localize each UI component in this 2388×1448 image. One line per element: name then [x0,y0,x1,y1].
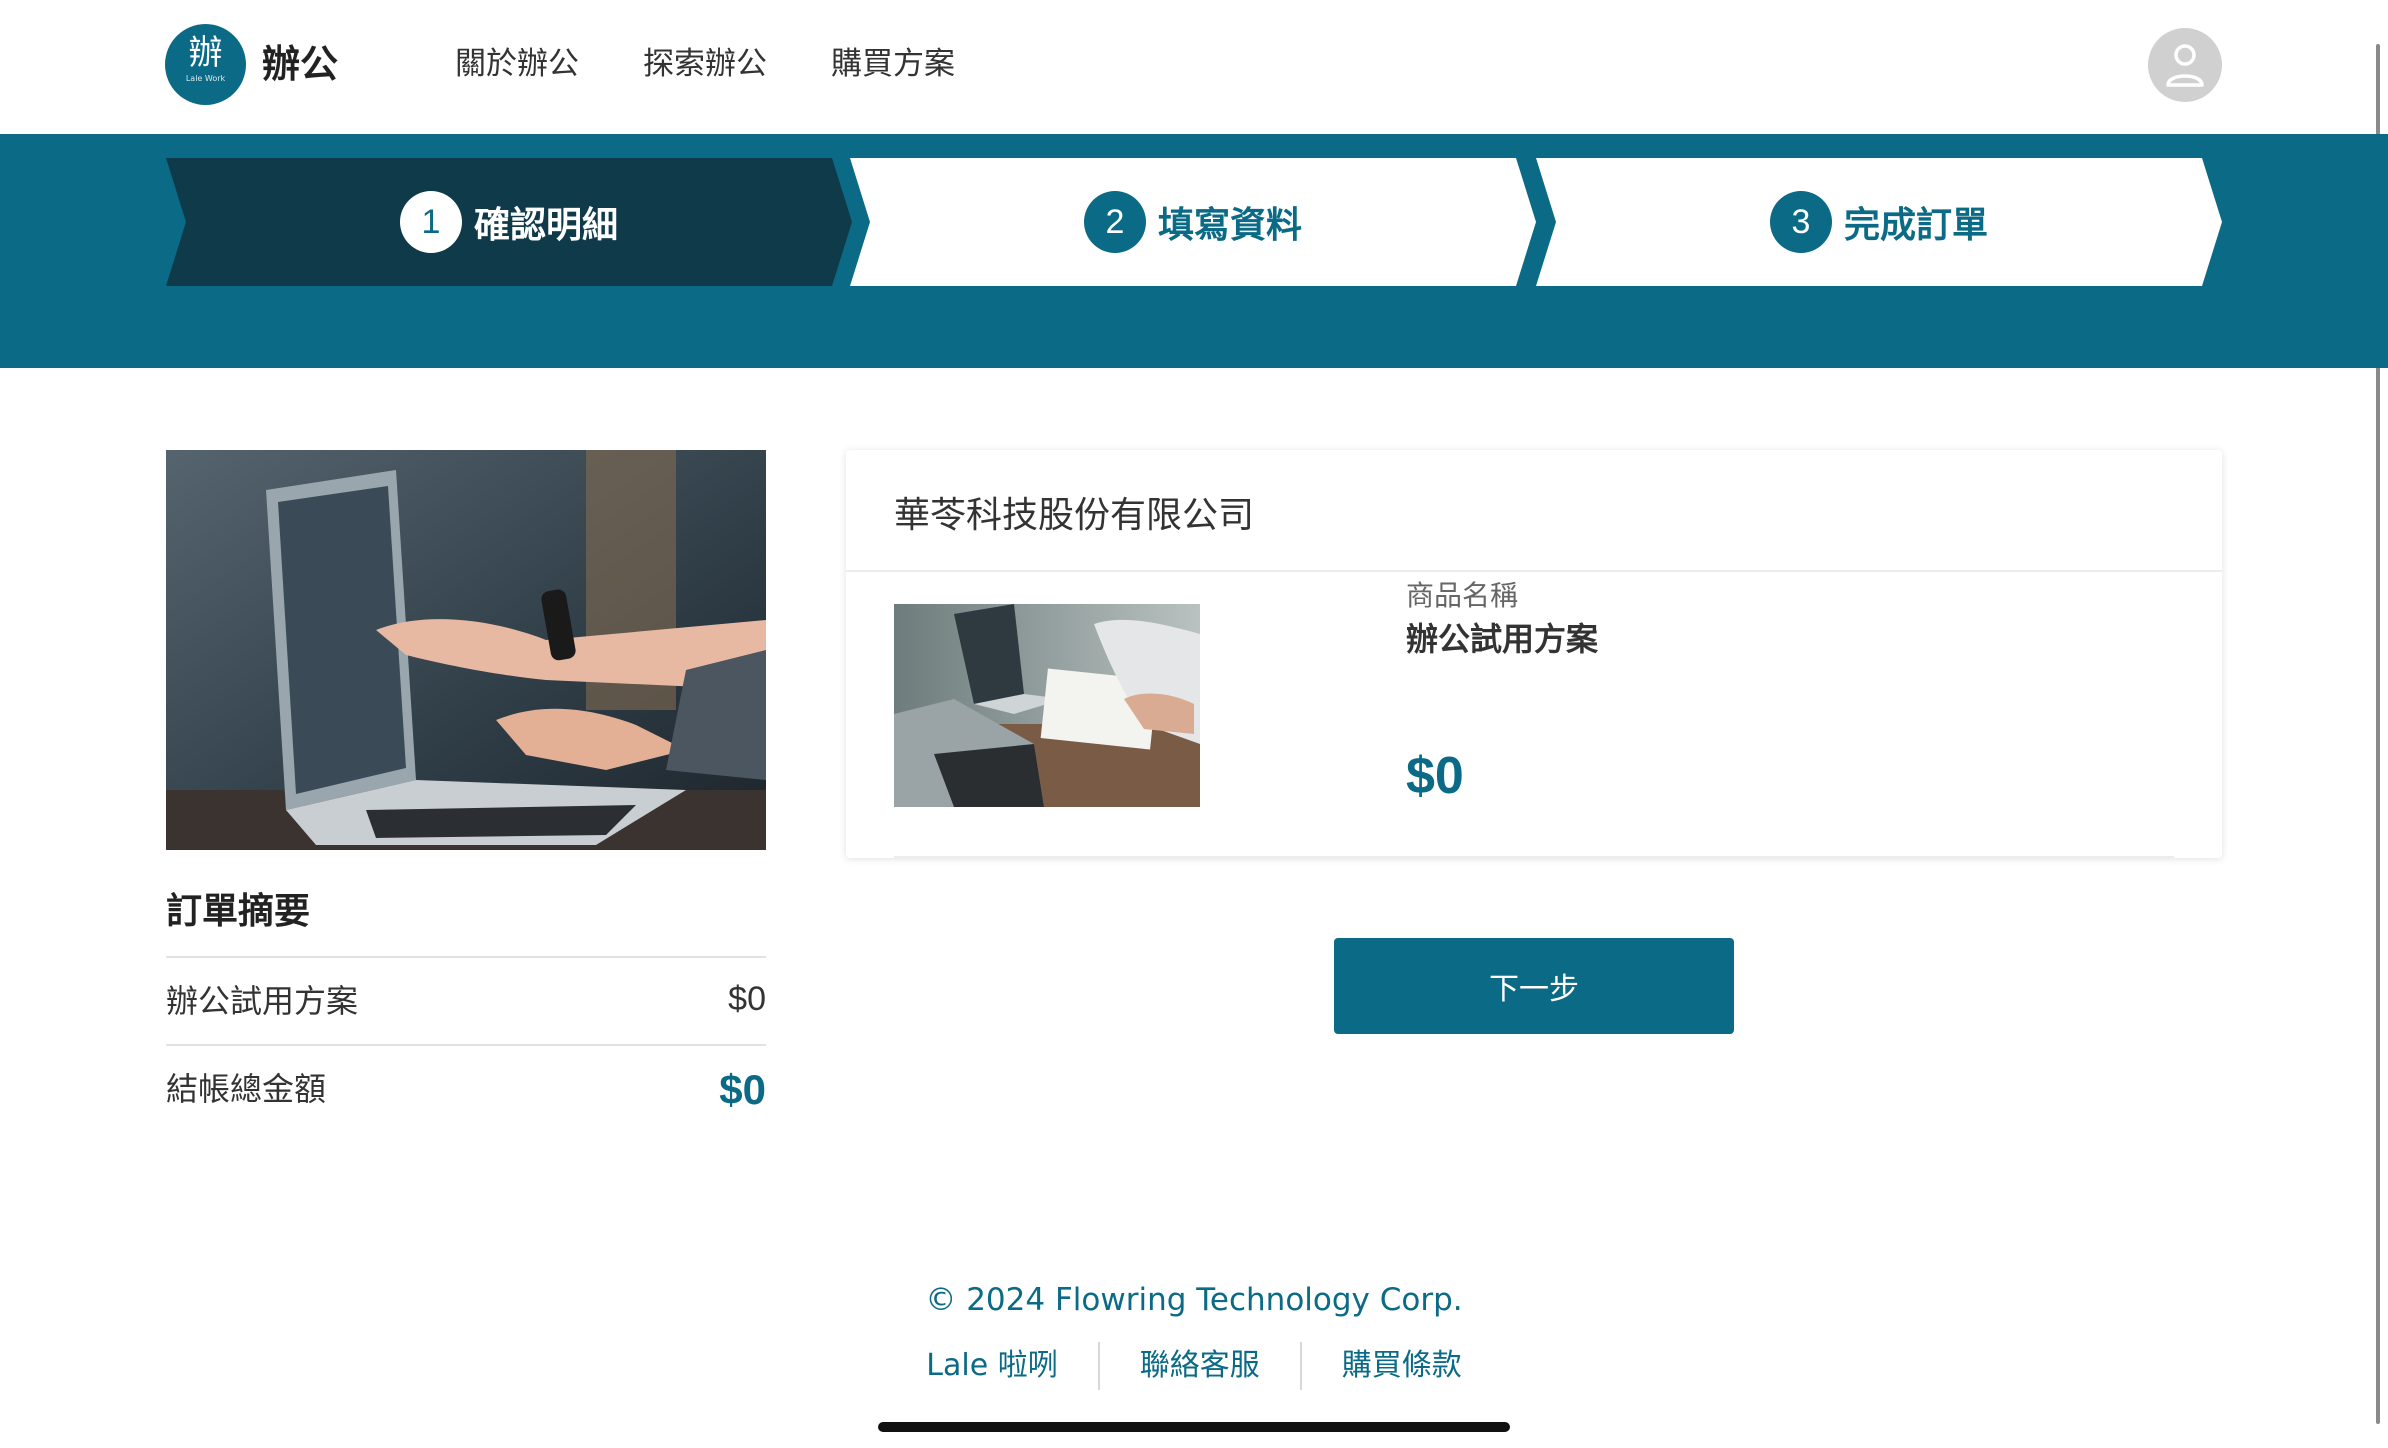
user-avatar-button[interactable] [2148,28,2222,102]
logo-glyph: 辦 [188,33,223,73]
footer-link-contact[interactable]: 聯絡客服 [1097,1342,1300,1390]
logo-caption: Lale Work [185,74,226,83]
footer-link-terms[interactable]: 購買條款 [1299,1342,1502,1390]
nav-explore[interactable]: 探索辦公 [643,40,767,88]
order-summary-title: 訂單摘要 [166,891,311,932]
card-divider [894,856,2174,858]
step-number: 1 [399,191,462,253]
main-nav: 關於辦公 探索辦公 購買方案 [455,40,1019,88]
user-icon [2166,44,2204,87]
summary-item-price: $0 [728,980,766,1018]
brand-name[interactable]: 辦公 [262,38,338,90]
product-name: 辦公試用方案 [1406,620,1599,658]
product-card: 華苓科技股份有限公司 商品名稱 辦公試用方案 $0 [846,450,2222,858]
copyright-text: © 2024 Flowring Technology Corp. [925,1282,1463,1318]
step-label: 填寫資料 [1157,205,1302,246]
product-price: $0 [1406,747,1464,805]
next-step-button[interactable]: 下一步 [1334,938,1734,1034]
logo[interactable]: 辦 Lale Work [165,24,246,105]
company-name: 華苓科技股份有限公司 [894,495,1255,536]
step-confirm-details: 1 確認明細 [166,158,852,286]
top-header: 辦 Lale Work 辦公 關於辦公 探索辦公 購買方案 [0,0,2388,134]
summary-row-item: 辦公試用方案 $0 [166,956,766,1044]
step-number: 3 [1769,191,1832,253]
step-label: 完成訂單 [1843,205,1988,246]
summary-total-label: 結帳總金額 [166,1070,327,1108]
product-name-caption: 商品名稱 [1406,579,1519,612]
step-number: 2 [1083,191,1146,253]
home-indicator[interactable] [878,1422,1510,1432]
hero-laptop-photo [166,450,766,850]
step-label: 確認明細 [473,205,618,246]
card-header: 華苓科技股份有限公司 [846,450,2222,572]
footer-link-lale[interactable]: Lale 啦咧 [886,1342,1097,1390]
summary-total-price: $0 [719,1066,766,1113]
product-photo [894,604,1200,807]
footer-links: Lale 啦咧 聯絡客服 購買條款 [0,1342,2388,1390]
nav-purchase[interactable]: 購買方案 [831,40,955,88]
step-fill-info: 2 填寫資料 [850,158,1536,286]
nav-about[interactable]: 關於辦公 [455,40,579,88]
summary-item-name: 辦公試用方案 [166,982,359,1020]
step-complete-order: 3 完成訂單 [1536,158,2222,286]
summary-row-total: 結帳總金額 $0 [166,1044,766,1144]
